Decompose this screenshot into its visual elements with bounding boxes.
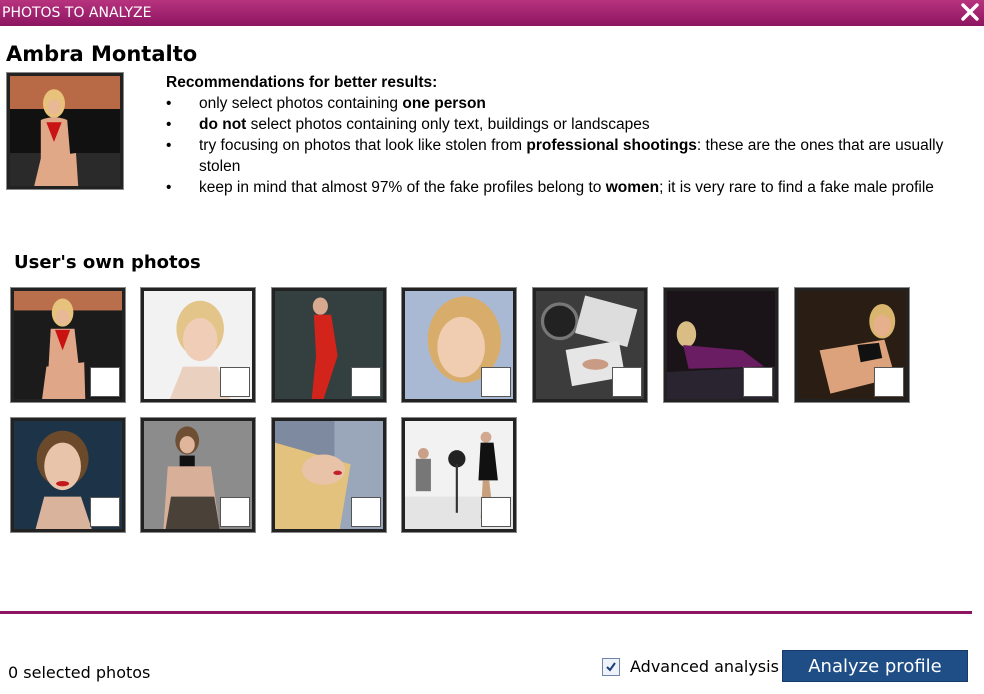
dialog-titlebar: PHOTOS TO ANALYZE xyxy=(0,0,984,26)
close-icon[interactable] xyxy=(958,0,982,24)
photo-select-checkbox[interactable] xyxy=(220,367,250,397)
photo-thumb[interactable] xyxy=(11,288,125,402)
advanced-analysis-option[interactable]: Advanced analysis xyxy=(602,657,779,676)
profile-photo xyxy=(7,73,123,189)
recommendation-item: • only select photos containing one perso… xyxy=(166,95,486,112)
photo-thumb[interactable] xyxy=(664,288,778,402)
photo-select-checkbox[interactable] xyxy=(220,497,250,527)
bullet-icon: • xyxy=(166,116,172,133)
photo-select-checkbox[interactable] xyxy=(90,367,120,397)
photo-thumb[interactable] xyxy=(402,418,516,532)
recommendations-title: Recommendations for better results: xyxy=(166,74,438,91)
photo-select-checkbox[interactable] xyxy=(90,497,120,527)
photo-select-checkbox[interactable] xyxy=(612,367,642,397)
bullet-icon: • xyxy=(166,179,172,196)
advanced-analysis-label: Advanced analysis xyxy=(630,657,779,676)
recommendation-item: • do not select photos containing only te… xyxy=(166,116,650,133)
photo-thumb[interactable] xyxy=(795,288,909,402)
recommendation-item: • try focusing on photos that look like s… xyxy=(166,137,944,175)
photo-thumb[interactable] xyxy=(533,288,647,402)
recommendation-item: • keep in mind that almost 97% of the fak… xyxy=(166,179,934,196)
photo-select-checkbox[interactable] xyxy=(874,367,904,397)
photo-thumb[interactable] xyxy=(11,418,125,532)
photo-thumb[interactable] xyxy=(141,418,255,532)
photo-select-checkbox[interactable] xyxy=(481,497,511,527)
photo-thumb[interactable] xyxy=(141,288,255,402)
photo-thumb[interactable] xyxy=(402,288,516,402)
dialog-title: PHOTOS TO ANALYZE xyxy=(2,5,152,21)
bullet-icon: • xyxy=(166,137,172,154)
analyze-profile-button[interactable]: Analyze profile xyxy=(782,650,968,682)
recommendations-list: • only select photos containing one perso… xyxy=(166,93,976,198)
photo-select-checkbox[interactable] xyxy=(743,367,773,397)
photo-thumb[interactable] xyxy=(272,418,386,532)
photo-select-checkbox[interactable] xyxy=(351,497,381,527)
profile-name: Ambra Montalto xyxy=(6,42,198,66)
recommendations: Recommendations for better results: • onl… xyxy=(166,72,976,198)
photos-section-title: User's own photos xyxy=(14,252,201,273)
advanced-analysis-checkbox[interactable] xyxy=(602,657,620,676)
photo-thumb[interactable] xyxy=(272,288,386,402)
footer-divider xyxy=(0,611,972,614)
bullet-icon: • xyxy=(166,95,172,112)
selected-count: 0 selected photos xyxy=(8,663,151,682)
photo-select-checkbox[interactable] xyxy=(351,367,381,397)
checkmark-icon xyxy=(606,661,616,672)
photo-select-checkbox[interactable] xyxy=(481,367,511,397)
